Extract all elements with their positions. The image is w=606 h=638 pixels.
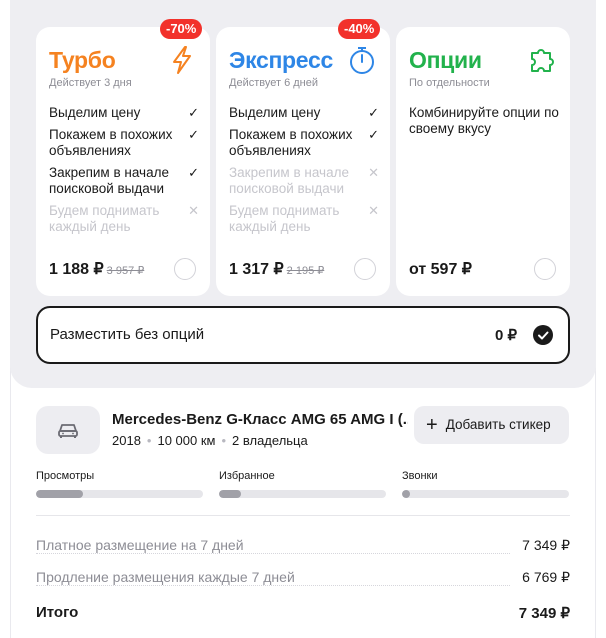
package-price: 1 317 ₽2 195 ₽ <box>229 259 324 279</box>
plus-icon: + <box>426 414 438 436</box>
listing-year: 2018 <box>112 433 141 448</box>
stat-bar-fill <box>219 490 241 498</box>
lightning-icon <box>168 45 196 75</box>
feature-text: Будем поднимать каждый день <box>49 203 160 234</box>
stat-calls: Звонки <box>402 470 569 498</box>
feature-text: Выделим цену <box>49 105 141 120</box>
options-description: Комбинируйте опции по своему вкусу <box>409 105 559 136</box>
stat-bar <box>219 490 386 498</box>
listing-meta: 2018 • 10 000 км • 2 владельца <box>112 433 308 448</box>
feature-item: Будем поднимать каждый день ✕ <box>49 203 199 235</box>
summary-label: Продление размещения каждые 7 дней <box>36 569 299 585</box>
stopwatch-icon <box>348 45 376 75</box>
cross-icon: ✕ <box>368 165 379 180</box>
package-card-turbo[interactable]: -70% Турбо Действует 3 дня Выделим цену ✓… <box>36 19 210 296</box>
feature-item: Покажем в похожих объявлениях ✓ <box>229 127 379 159</box>
total-label: Итого <box>36 604 79 621</box>
separator-dot: • <box>146 433 152 448</box>
puzzle-icon <box>528 45 556 75</box>
stat-label: Избранное <box>219 470 275 482</box>
no-options-label: Разместить без опций <box>50 326 205 343</box>
check-icon: ✓ <box>188 105 199 120</box>
old-price: 3 957 ₽ <box>106 265 145 277</box>
feature-item: Выделим цену ✓ <box>229 105 379 121</box>
stat-favorites: Избранное <box>219 470 386 498</box>
old-price: 2 195 ₽ <box>286 265 325 277</box>
package-duration: Действует 6 дней <box>229 77 319 89</box>
dotted-leader <box>36 585 510 586</box>
car-icon <box>58 424 78 438</box>
summary-label: Платное размещение на 7 дней <box>36 537 248 553</box>
price-value: 1 317 ₽ <box>229 261 284 278</box>
package-title: Турбо <box>49 47 116 73</box>
clipped-heading <box>230 0 380 7</box>
package-price: 1 188 ₽3 957 ₽ <box>49 259 144 279</box>
cross-icon: ✕ <box>368 203 379 218</box>
price-value: 1 188 ₽ <box>49 261 104 278</box>
summary-line: Платное размещение на 7 дней 7 349 ₽ <box>36 537 570 557</box>
check-icon: ✓ <box>188 127 199 142</box>
stat-views: Просмотры <box>36 470 203 498</box>
separator-dot: • <box>221 433 227 448</box>
select-radio[interactable] <box>354 258 376 280</box>
dotted-leader <box>36 553 510 554</box>
no-options-option[interactable]: Разместить без опций 0 ₽ <box>36 306 570 364</box>
summary-value: 7 349 ₽ <box>518 537 570 554</box>
summary-value: 6 769 ₽ <box>518 569 570 586</box>
total-row: Итого 7 349 ₽ <box>36 604 570 622</box>
feature-text: Покажем в похожих объявлениях <box>229 127 353 158</box>
add-sticker-label: Добавить стикер <box>445 417 551 432</box>
select-radio[interactable] <box>174 258 196 280</box>
stat-bar <box>402 490 569 498</box>
stat-bar-fill <box>36 490 83 498</box>
stat-bar <box>36 490 203 498</box>
stat-bar-fill <box>402 490 411 498</box>
package-card-options[interactable]: Опции По отдельности Комбинируйте опции … <box>396 27 570 296</box>
package-price: от 597 ₽ <box>409 261 472 278</box>
feature-text: Закрепим в начале поисковой выдачи <box>49 165 169 196</box>
discount-badge: -70% <box>160 19 203 39</box>
package-title: Экспресс <box>229 47 333 73</box>
listing-title[interactable]: Mercedes-Benz G-Класс AMG 65 AMG I (... <box>112 411 408 428</box>
stat-label: Звонки <box>402 470 438 482</box>
check-icon: ✓ <box>188 165 199 180</box>
total-value: 7 349 ₽ <box>518 605 570 622</box>
feature-text: Покажем в похожих объявлениях <box>49 127 173 158</box>
listing-owners: 2 владельца <box>232 433 308 448</box>
feature-text: Будем поднимать каждый день <box>229 203 340 234</box>
listing-thumbnail <box>36 406 100 454</box>
feature-item: Закрепим в начале поисковой выдачи ✓ <box>49 165 199 197</box>
package-card-express[interactable]: -40% Экспресс Действует 6 дней Выделим ц… <box>216 19 390 296</box>
check-icon: ✓ <box>368 127 379 142</box>
feature-list: Выделим цену ✓ Покажем в похожих объявлен… <box>229 105 379 241</box>
feature-item: Выделим цену ✓ <box>49 105 199 121</box>
feature-list: Выделим цену ✓ Покажем в похожих объявлен… <box>49 105 199 241</box>
package-duration: По отдельности <box>409 77 490 89</box>
cross-icon: ✕ <box>188 203 199 218</box>
feature-text: Закрепим в начале поисковой выдачи <box>229 165 349 196</box>
select-radio[interactable] <box>534 258 556 280</box>
package-title: Опции <box>409 47 482 73</box>
listing-mileage: 10 000 км <box>157 433 216 448</box>
summary-line: Продление размещения каждые 7 дней 6 769… <box>36 569 570 589</box>
add-sticker-button[interactable]: + Добавить стикер <box>414 406 569 444</box>
selected-check-icon[interactable] <box>533 325 553 345</box>
stat-label: Просмотры <box>36 470 95 482</box>
discount-badge: -40% <box>338 19 381 39</box>
no-options-price: 0 ₽ <box>495 327 518 344</box>
divider <box>36 515 570 516</box>
feature-item: Будем поднимать каждый день ✕ <box>229 203 379 235</box>
check-icon: ✓ <box>368 105 379 120</box>
feature-text: Выделим цену <box>229 105 321 120</box>
feature-item: Закрепим в начале поисковой выдачи ✕ <box>229 165 379 197</box>
feature-item: Покажем в похожих объявлениях ✓ <box>49 127 199 159</box>
package-duration: Действует 3 дня <box>49 77 132 89</box>
